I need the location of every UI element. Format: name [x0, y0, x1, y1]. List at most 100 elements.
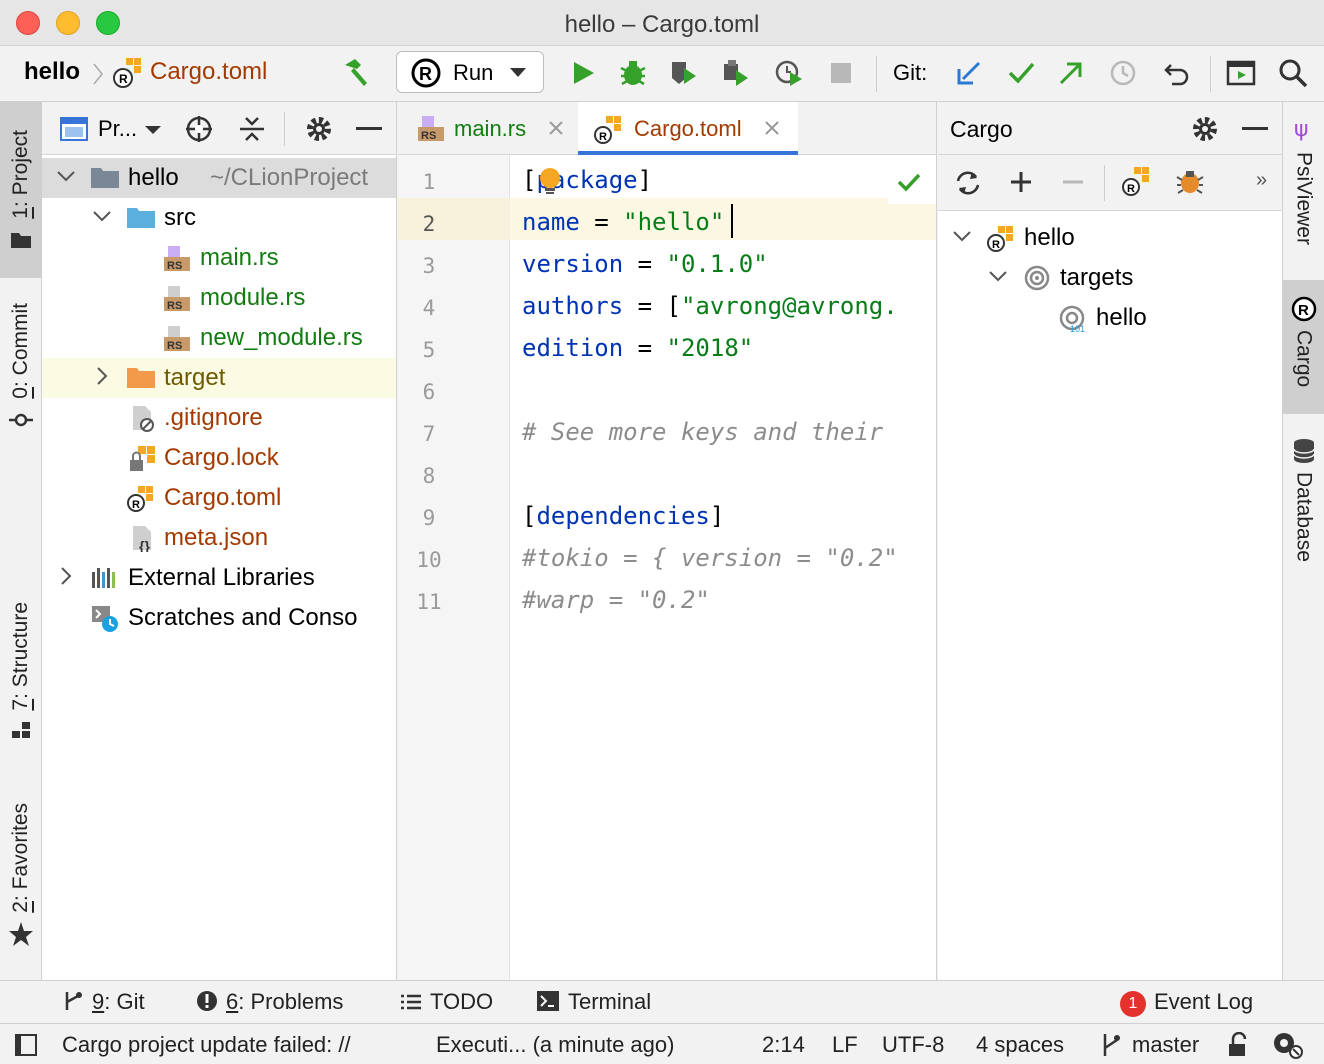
tree-item-scratches[interactable]: Scratches and Conso	[42, 598, 396, 638]
cargo-tree-targets[interactable]: targets	[938, 258, 1282, 298]
tool-git[interactable]: 9: Git	[62, 989, 145, 1015]
project-view-selector[interactable]: Pr...	[98, 116, 137, 142]
lock-icon[interactable]	[1226, 1032, 1250, 1058]
external-linter-icon[interactable]	[1174, 167, 1206, 197]
debug-bug-icon[interactable]	[616, 56, 650, 90]
status-message[interactable]: Cargo project update failed: //	[62, 1032, 351, 1058]
tree-item-meta-json[interactable]: {} meta.json	[42, 518, 396, 558]
tool-problems[interactable]: 6: Problems	[196, 989, 343, 1015]
build-hammer-icon[interactable]	[338, 56, 372, 90]
tree-item-cargo-lock[interactable]: Cargo.lock	[42, 438, 396, 478]
tab-database[interactable]: Database	[1283, 432, 1324, 582]
tool-git-mnemonic: 9	[92, 989, 105, 1014]
chevron-down-icon[interactable]	[56, 166, 76, 186]
tree-item-external-libraries[interactable]: External Libraries	[42, 558, 396, 598]
collapse-all-icon[interactable]	[238, 114, 266, 144]
run-with-coverage-icon[interactable]	[666, 56, 700, 90]
inspection-widget[interactable]	[888, 162, 936, 204]
tree-item-new-module-rs[interactable]: RS new_module.rs	[42, 318, 396, 358]
toggle-tool-windows-icon[interactable]	[14, 1033, 38, 1057]
git-history-icon[interactable]	[1106, 56, 1140, 90]
cargo-tree-target-hello[interactable]: 101 hello	[938, 298, 1282, 338]
background-task[interactable]: Executi... (a minute ago)	[436, 1032, 674, 1058]
hide-panel-icon[interactable]	[356, 126, 382, 132]
tree-item-target[interactable]: target	[42, 358, 396, 398]
stop-icon[interactable]	[824, 56, 858, 90]
tool-terminal[interactable]: Terminal	[536, 989, 651, 1015]
search-icon[interactable]	[1276, 56, 1310, 90]
intention-bulb-icon[interactable]	[536, 166, 564, 196]
tree-item-label: .gitignore	[164, 404, 263, 431]
code-token: #tokio = { version = "0.2"	[522, 544, 898, 572]
tab-project[interactable]: 1: Project	[0, 102, 42, 278]
close-icon[interactable]	[764, 120, 780, 136]
run-configuration-selector[interactable]: R Run	[396, 51, 544, 93]
overflow-chevron-icon[interactable]: »	[1256, 169, 1267, 192]
svg-text:R: R	[1127, 183, 1135, 195]
inspector-icon[interactable]	[1270, 1031, 1304, 1059]
breadcrumb-file[interactable]: Cargo.toml	[150, 58, 267, 86]
run-play-icon[interactable]	[566, 56, 600, 90]
chevron-down-icon[interactable]	[952, 226, 972, 246]
tab-psiviewer[interactable]: ψ PsiViewer	[1283, 114, 1324, 274]
chevron-down-icon[interactable]	[988, 266, 1008, 286]
gear-icon[interactable]	[304, 114, 334, 144]
code-line: [dependencies]	[522, 502, 724, 530]
code-token: # See more keys and their	[522, 418, 884, 446]
tree-item-src[interactable]: src	[42, 198, 396, 238]
cargo-tree-hello[interactable]: R hello	[938, 218, 1282, 258]
tab-main-rs[interactable]: RS main.rs	[398, 102, 574, 155]
cargo-panel: Cargo R » R hello targets 101 hello	[938, 102, 1283, 980]
tree-item-hello[interactable]: hello ~/CLionProject	[42, 158, 396, 198]
tool-todo[interactable]: TODO	[400, 989, 493, 1015]
chevron-right-icon[interactable]	[56, 566, 76, 586]
git-commit-icon[interactable]	[1004, 56, 1038, 90]
refresh-icon[interactable]	[954, 169, 982, 197]
tree-item-main-rs[interactable]: RS main.rs	[42, 238, 396, 278]
git-push-icon[interactable]	[1054, 56, 1088, 90]
chevron-down-icon[interactable]	[144, 124, 162, 136]
close-icon[interactable]	[548, 120, 564, 136]
run-timed-icon[interactable]	[772, 56, 806, 90]
tree-item-module-rs[interactable]: RS module.rs	[42, 278, 396, 318]
file-encoding[interactable]: UTF-8	[882, 1032, 944, 1058]
line-number: 9	[422, 506, 436, 530]
tree-item-cargo-toml[interactable]: R Cargo.toml	[42, 478, 396, 518]
tab-structure[interactable]: 7: Structure	[0, 590, 42, 752]
code-token: ]	[637, 166, 653, 194]
project-panel-header: Pr...	[42, 102, 396, 155]
tab-commit[interactable]: 0: Commit	[0, 292, 42, 442]
code-line: # See more keys and their	[522, 418, 883, 446]
tool-event-log[interactable]: 1 Event Log	[1120, 989, 1253, 1017]
breadcrumb-separator-icon	[93, 63, 103, 85]
cargo-execute-icon[interactable]: R	[1120, 165, 1152, 199]
add-icon[interactable]	[1008, 169, 1034, 195]
remove-icon[interactable]	[1060, 169, 1086, 195]
profile-icon[interactable]	[718, 56, 752, 90]
breadcrumb-project[interactable]: hello	[24, 58, 80, 86]
tab-cargo[interactable]: R Cargo	[1283, 280, 1324, 414]
tree-item-gitignore[interactable]: .gitignore	[42, 398, 396, 438]
tab-favorites-text: : Favorites	[9, 803, 32, 902]
code-line: #warp = "0.2"	[522, 586, 710, 614]
gear-icon[interactable]	[1190, 114, 1220, 144]
chevron-right-icon[interactable]	[92, 366, 112, 386]
chevron-down-icon[interactable]	[92, 206, 112, 226]
indent-setting[interactable]: 4 spaces	[976, 1032, 1064, 1058]
locate-file-icon[interactable]	[184, 114, 214, 144]
git-update-icon[interactable]	[952, 56, 986, 90]
git-branch-widget[interactable]: master	[1132, 1032, 1199, 1058]
line-separator[interactable]: LF	[832, 1032, 858, 1058]
rollback-icon[interactable]	[1160, 56, 1194, 90]
rust-icon: R	[411, 58, 441, 88]
tab-favorites[interactable]: 2: Favorites	[0, 792, 42, 958]
line-number: 7	[422, 422, 436, 446]
svg-text:R: R	[992, 239, 1000, 251]
code-line: edition = "2018"	[522, 334, 753, 362]
code-token: dependencies	[536, 502, 710, 530]
tab-cargo-toml[interactable]: R Cargo.toml	[578, 102, 798, 155]
hide-panel-icon[interactable]	[1242, 126, 1268, 132]
caret-position[interactable]: 2:14	[762, 1032, 805, 1058]
svg-text:RS: RS	[167, 340, 182, 352]
presentation-mode-icon[interactable]	[1224, 56, 1258, 90]
